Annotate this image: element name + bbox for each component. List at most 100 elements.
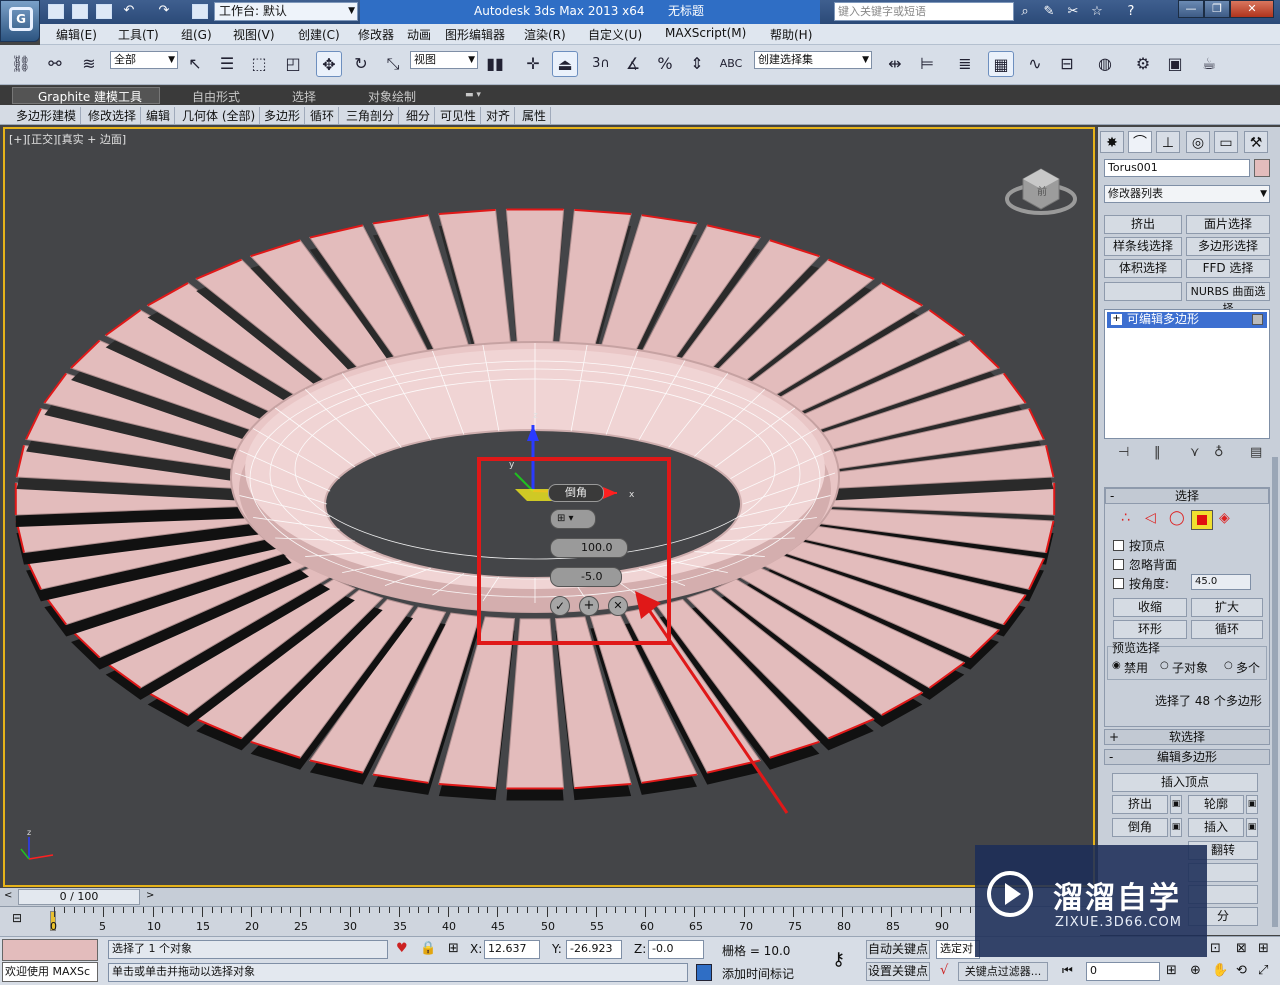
zoom-extents-icon[interactable]: ⊡ bbox=[1210, 941, 1221, 956]
by-vertex-checkbox[interactable] bbox=[1113, 540, 1124, 551]
current-frame-field[interactable]: 0 bbox=[1086, 962, 1160, 981]
panel-polygons[interactable]: 多边形 bbox=[260, 107, 306, 124]
soft-selection-rollout[interactable]: + 软选择 bbox=[1104, 729, 1270, 745]
mod-ffd-select-button[interactable]: FFD 选择 bbox=[1186, 259, 1270, 278]
stack-item-toggle-icon[interactable] bbox=[1252, 314, 1263, 325]
bevel-type-dropdown[interactable]: ⊞ ▾ bbox=[550, 509, 596, 529]
zoom-icon[interactable]: ⊕ bbox=[1190, 963, 1201, 978]
orbit-icon[interactable]: ⟲ bbox=[1236, 963, 1247, 978]
object-color-swatch[interactable] bbox=[1254, 159, 1270, 177]
field-of-view-icon[interactable]: ⊠ bbox=[1236, 941, 1247, 956]
menu-rendering[interactable]: 渲染(R) bbox=[524, 26, 566, 43]
add-time-tag-label[interactable]: 添加时间标记 bbox=[722, 965, 794, 982]
shrink-button[interactable]: 收缩 bbox=[1113, 598, 1187, 617]
named-selection-set-dropdown[interactable]: 创建选择集 ▼ bbox=[754, 51, 872, 69]
key-mode-icon[interactable]: √ bbox=[940, 963, 948, 978]
menu-maxscript[interactable]: MAXScript(M) bbox=[665, 26, 746, 40]
menu-customize[interactable]: 自定义(U) bbox=[588, 26, 642, 43]
ignore-backfacing-checkbox[interactable] bbox=[1113, 559, 1124, 570]
angle-value-field[interactable]: 45.0 bbox=[1191, 574, 1251, 590]
grow-button[interactable]: 扩大 bbox=[1191, 598, 1263, 617]
border-mode-icon[interactable]: ◯ bbox=[1169, 510, 1185, 526]
tab-freeform[interactable]: 自由形式 bbox=[192, 88, 240, 105]
object-name-field[interactable]: Torus001 bbox=[1104, 159, 1250, 177]
mod-extrude-button[interactable]: 挤出 bbox=[1104, 215, 1182, 234]
pan-hand-icon[interactable]: ✋ bbox=[1212, 963, 1228, 978]
link-icon[interactable]: ⛓ bbox=[8, 51, 34, 77]
absolute-mode-icon[interactable]: ⊞ bbox=[448, 941, 459, 956]
utilities-tab-icon[interactable]: ⚒ bbox=[1244, 131, 1268, 153]
create-tab-icon[interactable]: ✸ bbox=[1100, 131, 1124, 153]
selection-filter-dropdown[interactable]: 全部 ▼ bbox=[110, 51, 178, 69]
mod-patch-select-button[interactable]: 面片选择 bbox=[1186, 215, 1270, 234]
menu-edit[interactable]: 编辑(E) bbox=[56, 26, 97, 43]
menu-tools[interactable]: 工具(T) bbox=[118, 26, 159, 43]
inset-button[interactable]: 插入 bbox=[1188, 818, 1244, 837]
application-button[interactable]: G bbox=[0, 0, 40, 42]
time-slider[interactable]: < 0 / 100 > bbox=[0, 888, 1100, 906]
panel-align[interactable]: 对齐 bbox=[482, 107, 516, 124]
selection-rollout-header[interactable]: - 选择 bbox=[1105, 488, 1269, 504]
subscription-icon[interactable]: ✂ bbox=[1064, 3, 1082, 21]
edit-named-selection-icon[interactable]: ABC bbox=[718, 51, 744, 77]
insert-vertex-button[interactable]: 插入顶点 bbox=[1112, 773, 1258, 792]
select-and-move-icon[interactable]: ✥ bbox=[316, 51, 342, 77]
bevel-button[interactable]: 倒角 bbox=[1112, 818, 1168, 837]
help-icon[interactable]: ? bbox=[1122, 3, 1140, 21]
motion-tab-icon[interactable]: ◎ bbox=[1186, 131, 1210, 153]
mod-nurbs-select-button[interactable]: NURBS 曲面选择 bbox=[1186, 282, 1270, 315]
key-filters-button[interactable]: 关键点过滤器... bbox=[958, 962, 1048, 981]
preview-subobj-radio[interactable]: ○ bbox=[1160, 660, 1169, 671]
bevel-height-spinner[interactable]: 100.0 bbox=[550, 538, 628, 558]
viewcube[interactable]: 前 bbox=[1005, 168, 1077, 215]
project-folder-icon[interactable] bbox=[192, 4, 208, 19]
auto-key-button[interactable]: 自动关键点 bbox=[866, 940, 930, 959]
communication-icon[interactable]: ✎ bbox=[1040, 3, 1058, 21]
rendered-frame-window-icon[interactable]: ▣ bbox=[1162, 51, 1188, 77]
panel-modify-selection[interactable]: 修改选择 bbox=[84, 107, 142, 124]
bevel-outline-spinner[interactable]: -5.0 bbox=[550, 567, 622, 587]
caddy-ok-icon[interactable]: ✓ bbox=[550, 596, 570, 616]
modify-tab-icon[interactable]: ⌒ bbox=[1128, 131, 1152, 153]
maxscript-listener-mini[interactable] bbox=[2, 939, 98, 961]
modifier-list-dropdown[interactable]: 修改器列表 ▼ bbox=[1104, 185, 1270, 203]
bevel-settings-icon[interactable]: ▣ bbox=[1170, 818, 1182, 837]
render-teapot-icon[interactable]: ☕ bbox=[1196, 51, 1222, 77]
caddy-cancel-icon[interactable]: ✕ bbox=[608, 596, 628, 616]
make-unique-icon[interactable]: ⋎ bbox=[1190, 445, 1200, 460]
inset-settings-icon[interactable]: ▣ bbox=[1246, 818, 1258, 837]
panel-properties[interactable]: 属性 bbox=[518, 107, 552, 124]
menu-group[interactable]: 组(G) bbox=[181, 26, 212, 43]
curve-editor-icon[interactable]: ∿ bbox=[1022, 51, 1048, 77]
panel-geometry-all[interactable]: 几何体 (全部) bbox=[178, 107, 261, 124]
next-frame-icon[interactable]: > bbox=[146, 890, 154, 901]
display-tab-icon[interactable]: ▭ bbox=[1214, 131, 1238, 153]
prev-frame-icon[interactable]: < bbox=[4, 890, 12, 901]
y-coordinate-field[interactable]: -26.923 bbox=[566, 940, 622, 959]
new-file-icon[interactable] bbox=[48, 4, 64, 19]
extrude-settings-icon[interactable]: ▣ bbox=[1170, 795, 1182, 814]
min-max-toggle-icon[interactable]: ⤢ bbox=[1258, 963, 1268, 978]
preview-multi-radio[interactable]: ○ bbox=[1224, 660, 1233, 671]
torus-object[interactable] bbox=[230, 341, 840, 613]
undo-icon[interactable]: ↶ bbox=[120, 2, 138, 20]
panel-polygon-modeling[interactable]: 多边形建模 bbox=[12, 107, 82, 124]
schematic-view-icon[interactable]: ⊟ bbox=[1054, 51, 1080, 77]
keyboard-shortcut-override-icon[interactable]: ⏏ bbox=[552, 51, 578, 77]
vertex-mode-icon[interactable]: ∴ bbox=[1121, 510, 1130, 526]
open-file-icon[interactable] bbox=[72, 4, 88, 19]
panel-visibility[interactable]: 可见性 bbox=[436, 107, 482, 124]
select-manipulate-icon[interactable]: ✛ bbox=[520, 51, 546, 77]
menu-create[interactable]: 创建(C) bbox=[298, 26, 340, 43]
select-and-rotate-icon[interactable]: ↻ bbox=[348, 51, 374, 77]
tab-selection[interactable]: 选择 bbox=[292, 88, 316, 105]
x-coordinate-field[interactable]: 12.637 bbox=[484, 940, 540, 959]
extrude-button[interactable]: 挤出 bbox=[1112, 795, 1168, 814]
mini-curve-editor-icon[interactable]: ⊟ bbox=[12, 911, 30, 929]
by-angle-checkbox[interactable] bbox=[1113, 578, 1124, 589]
selected-set-dropdown[interactable]: 选定对 bbox=[936, 940, 980, 959]
polygon-mode-icon[interactable] bbox=[1191, 510, 1213, 530]
edit-polygons-rollout[interactable]: - 编辑多边形 bbox=[1104, 749, 1270, 765]
mod-vol-select-button[interactable]: 体积选择 bbox=[1104, 259, 1182, 278]
snaps-toggle-icon[interactable]: 3∩ bbox=[588, 51, 614, 77]
